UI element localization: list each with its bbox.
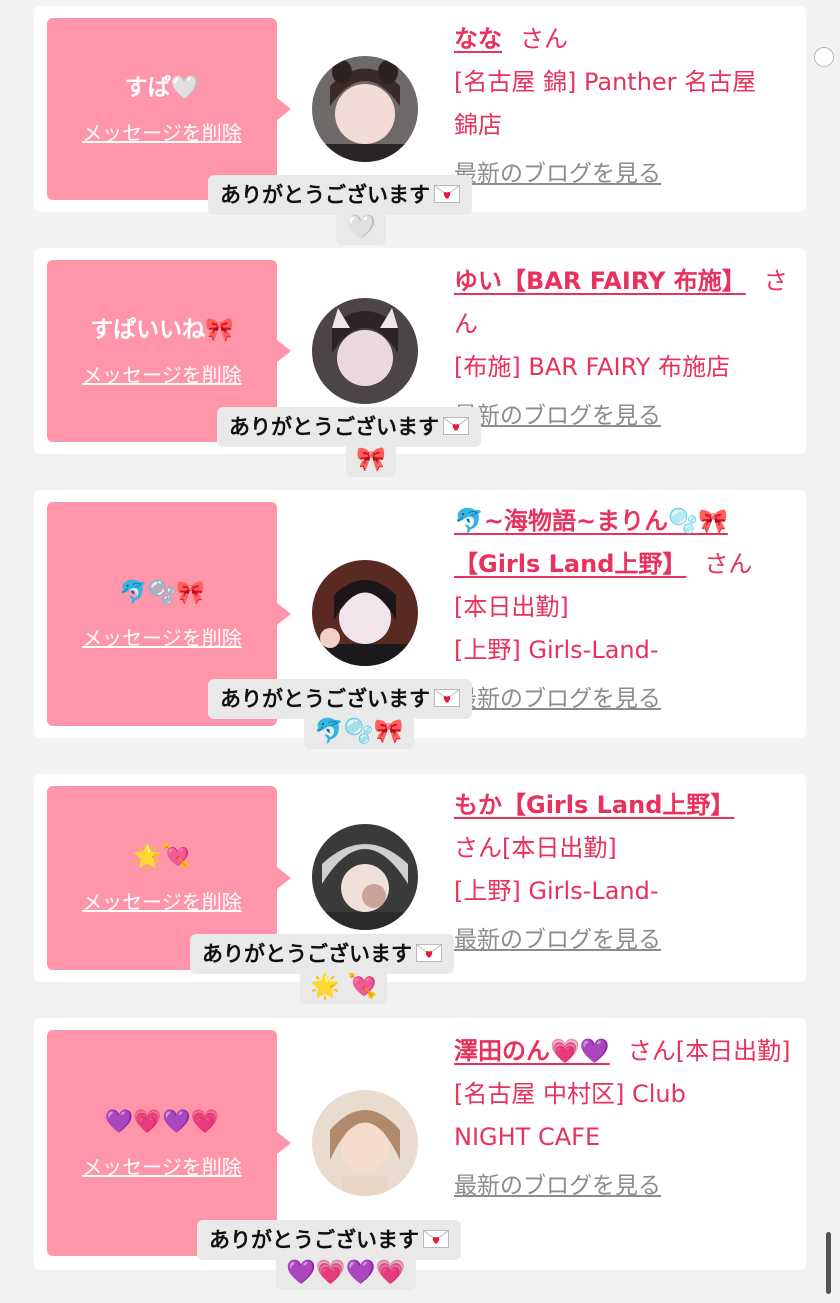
message-text: 💜💗💜💗: [104, 1108, 220, 1135]
cast-avatar[interactable]: [312, 824, 418, 930]
select-radio[interactable]: [814, 47, 834, 67]
love-letter-icon: [423, 1230, 449, 1248]
shop-line: [名古屋 錦] Panther 名古屋: [454, 68, 757, 96]
shop-line: 錦店: [454, 111, 502, 139]
shop-line: [名古屋 中村区] Club: [454, 1080, 686, 1108]
love-letter-icon: [443, 417, 469, 435]
love-letter-icon: [434, 689, 460, 707]
love-letter-icon: [416, 944, 442, 962]
message-text: 🐬🫧🎀: [119, 579, 205, 606]
shop-line: [布施] BAR FAIRY 布施店: [454, 353, 731, 381]
cast-info: 澤田のん💗💜 さん[本日出勤] [名古屋 中村区] Club NIGHT CAFE…: [454, 1030, 794, 1208]
reply-emoji: 🎀: [346, 441, 396, 477]
message-text: すぱ🤍: [124, 74, 200, 101]
honorific: さん: [704, 550, 753, 578]
delete-message-link[interactable]: メッセージを削除: [82, 622, 242, 651]
cast-avatar[interactable]: [312, 56, 418, 162]
cast-avatar[interactable]: [312, 298, 418, 404]
scrollbar[interactable]: [826, 1232, 831, 1294]
reply-text: ありがとうございます: [220, 687, 430, 711]
shop-line: [上野] Girls-Land-: [454, 877, 659, 905]
message-text: 🌟💘: [133, 843, 191, 870]
reply-emoji: 💜💗💜💗: [276, 1254, 416, 1290]
delete-message-link[interactable]: メッセージを削除: [82, 359, 242, 388]
cast-name-link[interactable]: もか【Girls Land上野】: [454, 791, 734, 819]
cast-avatar[interactable]: [312, 1090, 418, 1196]
cast-info: なな さん [名古屋 錦] Panther 名古屋 錦店 最新のブログを見る: [454, 18, 794, 196]
cast-name-link[interactable]: なな: [454, 25, 502, 53]
blog-link[interactable]: 最新のブログを見る: [454, 1165, 794, 1208]
delete-message-link[interactable]: メッセージを削除: [82, 886, 242, 915]
reply-emoji: 🤍: [336, 209, 386, 245]
delete-message-link[interactable]: メッセージを削除: [82, 117, 242, 146]
shop-line: NIGHT CAFE: [454, 1123, 601, 1151]
shop-line: [本日出勤]: [454, 593, 569, 621]
message-bubble: すぱ🤍 メッセージを削除: [47, 18, 291, 200]
reply-text: ありがとうございます: [229, 415, 439, 439]
cast-name-link[interactable]: ゆい【BAR FAIRY 布施】: [454, 267, 746, 295]
shop-line: [上野] Girls-Land-: [454, 636, 659, 664]
cast-avatar[interactable]: [312, 560, 418, 666]
love-letter-icon: [434, 185, 460, 203]
reply-text: ありがとうございます: [220, 183, 430, 207]
delete-message-link[interactable]: メッセージを削除: [82, 1151, 242, 1180]
reply-emoji: 🐬🫧🎀: [304, 713, 414, 749]
cast-name-link[interactable]: 澤田のん💗💜: [454, 1037, 610, 1065]
blog-link[interactable]: 最新のブログを見る: [454, 153, 794, 196]
blog-link[interactable]: 最新のブログを見る: [454, 919, 794, 962]
cast-info: ゆい【BAR FAIRY 布施】 さん [布施] BAR FAIRY 布施店 最新…: [454, 260, 794, 438]
honorific: さん: [520, 25, 568, 53]
cast-name-link[interactable]: 🐬~海物語~まりん🫧🎀【Girls Land上野】: [454, 507, 728, 578]
honorific: さん[本日出勤]: [627, 1037, 791, 1065]
reply-text: ありがとうございます: [202, 942, 412, 966]
cast-info: 🐬~海物語~まりん🫧🎀【Girls Land上野】 さん [本日出勤] [上野] …: [454, 500, 794, 721]
blog-link[interactable]: 最新のブログを見る: [454, 395, 794, 438]
honorific: さん[本日出勤]: [454, 834, 617, 862]
reply-emoji: 🌟 💘: [300, 968, 388, 1004]
message-text: すぱいいね🎀: [90, 316, 234, 343]
blog-link[interactable]: 最新のブログを見る: [454, 678, 794, 721]
cast-info: もか【Girls Land上野】 さん[本日出勤] [上野] Girls-Lan…: [454, 784, 794, 962]
reply-text: ありがとうございます: [209, 1228, 419, 1252]
